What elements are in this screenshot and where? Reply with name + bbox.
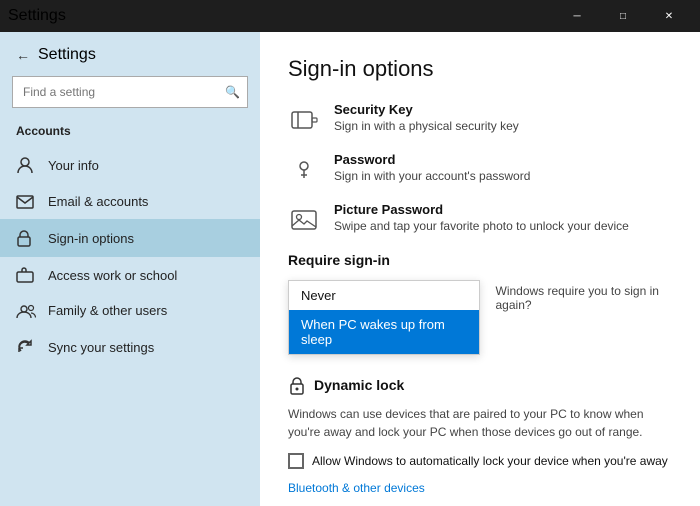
require-signin-desc: Windows require you to sign in again?: [496, 284, 673, 312]
briefcase-icon: [16, 267, 36, 283]
picture-password-option: Picture Password Swipe and tap your favo…: [288, 202, 672, 236]
password-option: Password Sign in with your account's pas…: [288, 152, 672, 186]
allow-lock-checkbox-row: Allow Windows to automatically lock your…: [288, 453, 672, 469]
email-icon: [16, 195, 36, 209]
dynamic-lock-icon: [288, 375, 306, 395]
sidebar-item-label-signin: Sign-in options: [48, 231, 134, 246]
lock-icon: [16, 229, 36, 247]
dropdown-options: Never When PC wakes up from sleep: [288, 280, 480, 355]
sync-icon: [16, 338, 36, 356]
content-area: Sign-in options Security Key Sign in wit…: [260, 32, 700, 506]
search-icon: 🔍: [225, 85, 240, 99]
password-title: Password: [334, 152, 530, 167]
titlebar-left: Settings: [8, 7, 66, 25]
page-title: Sign-in options: [288, 56, 672, 82]
sidebar-search-container: 🔍: [12, 76, 248, 108]
sidebar-item-email-accounts[interactable]: Email & accounts: [0, 184, 260, 219]
titlebar-title: Settings: [8, 7, 66, 25]
dynamic-lock-section: Dynamic lock Windows can use devices tha…: [288, 375, 672, 506]
password-desc: Sign in with your account's password: [334, 169, 530, 183]
key-icon: [288, 104, 320, 136]
sidebar-item-sync-settings[interactable]: Sync your settings: [0, 328, 260, 366]
search-input[interactable]: [12, 76, 248, 108]
sidebar-back-button[interactable]: ← Settings: [0, 32, 260, 72]
security-key-title: Security Key: [334, 102, 519, 117]
sidebar-item-your-info[interactable]: Your info: [0, 146, 260, 184]
dropdown-option-on-sleep[interactable]: When PC wakes up from sleep: [289, 310, 479, 354]
picture-icon: [288, 204, 320, 236]
bluetooth-link[interactable]: Bluetooth & other devices: [288, 481, 672, 495]
sidebar-item-family-users[interactable]: Family & other users: [0, 293, 260, 328]
back-arrow-icon: ←: [16, 47, 30, 63]
allow-lock-checkbox-label: Allow Windows to automatically lock your…: [312, 454, 668, 468]
require-signin-title: Require sign-in: [288, 252, 672, 268]
titlebar-controls: ─ □ ✕: [554, 0, 692, 32]
sidebar-app-title: Settings: [38, 46, 96, 64]
security-key-desc: Sign in with a physical security key: [334, 119, 519, 133]
picture-password-desc: Swipe and tap your favorite photo to unl…: [334, 219, 629, 233]
app-container: ← Settings 🔍 Accounts Your info Email & …: [0, 32, 700, 506]
allow-lock-checkbox[interactable]: [288, 453, 304, 469]
require-signin-section: Require sign-in Never When PC wakes up f…: [288, 252, 672, 355]
require-signin-dropdown[interactable]: Never When PC wakes up from sleep: [288, 280, 480, 355]
dropdown-option-never[interactable]: Never: [289, 281, 479, 310]
sidebar-item-label-access: Access work or school: [48, 268, 177, 283]
sidebar-section-label: Accounts: [0, 120, 260, 146]
close-button[interactable]: ✕: [646, 0, 692, 32]
person-icon: [16, 156, 36, 174]
dynamic-lock-desc: Windows can use devices that are paired …: [288, 405, 672, 441]
sidebar-item-label-your-info: Your info: [48, 158, 99, 173]
sidebar-item-label-family: Family & other users: [48, 303, 167, 318]
sidebar-item-access-work-school[interactable]: Access work or school: [0, 257, 260, 293]
sidebar-item-label-sync: Sync your settings: [48, 340, 154, 355]
minimize-button[interactable]: ─: [554, 0, 600, 32]
security-key-option: Security Key Sign in with a physical sec…: [288, 102, 672, 136]
dynamic-lock-label: Dynamic lock: [314, 377, 404, 393]
dropdown-container: Never When PC wakes up from sleep Window…: [288, 280, 672, 355]
titlebar: Settings ─ □ ✕: [0, 0, 700, 32]
password-icon: [288, 154, 320, 186]
group-icon: [16, 304, 36, 318]
sidebar-item-sign-in-options[interactable]: Sign-in options: [0, 219, 260, 257]
maximize-button[interactable]: □: [600, 0, 646, 32]
dynamic-lock-title-row: Dynamic lock: [288, 375, 672, 395]
sidebar-item-label-email: Email & accounts: [48, 194, 148, 209]
picture-password-title: Picture Password: [334, 202, 629, 217]
sidebar: ← Settings 🔍 Accounts Your info Email & …: [0, 32, 260, 506]
